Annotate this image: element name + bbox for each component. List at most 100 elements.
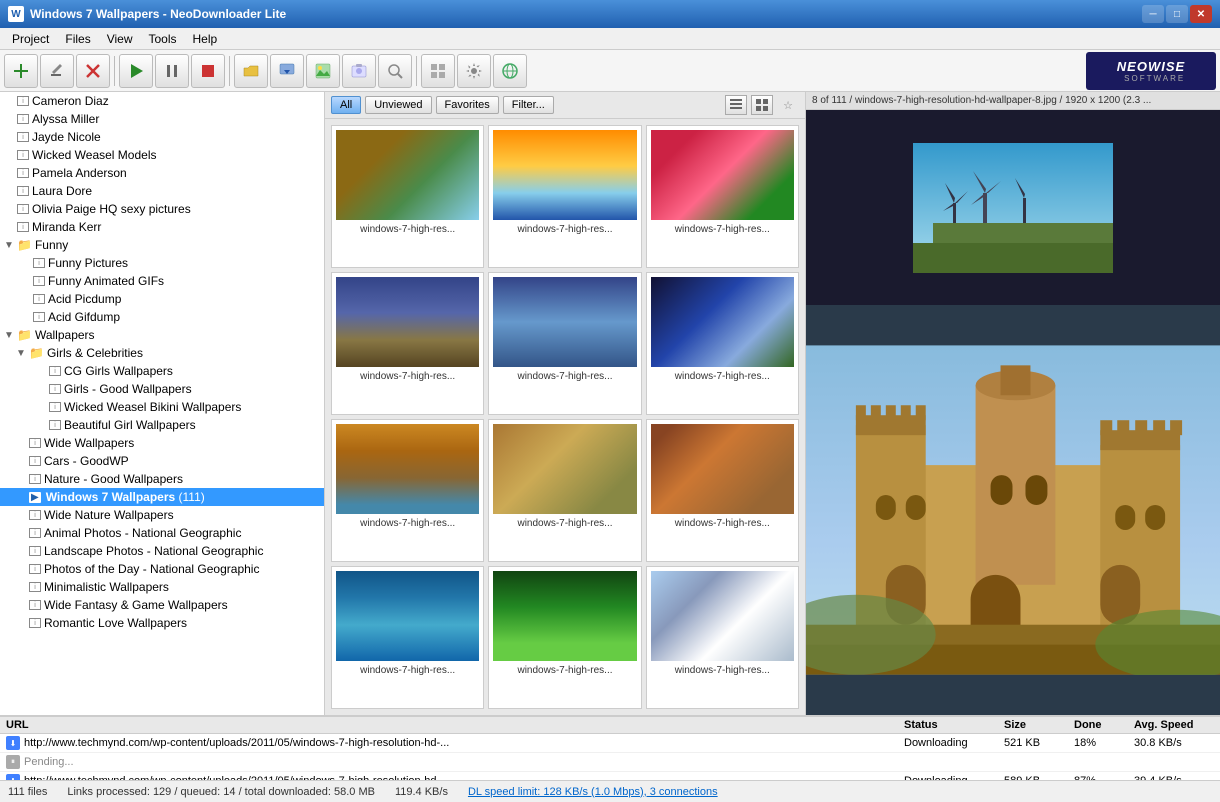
sidebar-item-beautiful-girl[interactable]: i Beautiful Girl Wallpapers: [0, 416, 324, 434]
thumbnail-label-6: windows-7-high-res...: [336, 518, 479, 529]
sidebar-item-romantic-love[interactable]: i Romantic Love Wallpapers: [0, 614, 324, 632]
sidebar-item-wallpapers[interactable]: ▼ 📁 Wallpapers: [0, 326, 324, 344]
sidebar-item-funny[interactable]: ▼ 📁 Funny: [0, 236, 324, 254]
thumbnail-label-11: windows-7-high-res...: [651, 665, 794, 676]
zoom-button[interactable]: [378, 54, 412, 88]
sidebar-item-cars-goodwp[interactable]: i Cars - GoodWP: [0, 452, 324, 470]
file-icon: i: [17, 150, 29, 160]
thumbnail-item-0[interactable]: windows-7-high-res...: [331, 125, 484, 268]
file-icon: i: [17, 222, 29, 232]
open-button[interactable]: [234, 54, 268, 88]
logo-sub: SOFTWARE: [1117, 74, 1185, 83]
main-area: i Cameron Diaz i Alyssa Miller i Jayde N…: [0, 92, 1220, 715]
thumbnail-image-2: [651, 130, 794, 220]
minimize-button[interactable]: ─: [1142, 5, 1164, 23]
thumbnail-label-4: windows-7-high-res...: [493, 371, 636, 382]
stop-button[interactable]: [191, 54, 225, 88]
dl-row-2[interactable]: ⬇ http://www.techmynd.com/wp-content/upl…: [0, 772, 1220, 780]
sidebar-item-windows7-wallpapers[interactable]: ▶ Windows 7 Wallpapers (111): [0, 488, 324, 506]
edit-button[interactable]: [40, 54, 74, 88]
thumbnail-label-2: windows-7-high-res...: [651, 224, 794, 235]
sidebar-item-pamela-anderson[interactable]: i Pamela Anderson: [0, 164, 324, 182]
view-grid-button[interactable]: [751, 95, 773, 115]
filter-custom-button[interactable]: Filter...: [503, 96, 554, 114]
image-view-button[interactable]: [306, 54, 340, 88]
start-button[interactable]: [119, 54, 153, 88]
sidebar-item-acid-picdump[interactable]: i Acid Picdump: [0, 290, 324, 308]
menu-tools[interactable]: Tools: [141, 30, 185, 48]
view-list-button[interactable]: [725, 95, 747, 115]
filter-all-button[interactable]: All: [331, 96, 361, 114]
sidebar-item-landscape-photos[interactable]: i Landscape Photos - National Geographic: [0, 542, 324, 560]
sidebar-item-girls-good[interactable]: i Girls - Good Wallpapers: [0, 380, 324, 398]
sidebar-item-photos-of-day[interactable]: i Photos of the Day - National Geographi…: [0, 560, 324, 578]
sidebar-item-funny-animated[interactable]: i Funny Animated GIFs: [0, 272, 324, 290]
download-button[interactable]: [270, 54, 304, 88]
dl-row-1[interactable]: ⏸ Pending...: [0, 753, 1220, 772]
expand-icon: [16, 510, 26, 521]
expand-icon: [4, 204, 14, 215]
layout-button[interactable]: [421, 54, 455, 88]
dl-row-0[interactable]: ⬇ http://www.techmynd.com/wp-content/upl…: [0, 734, 1220, 753]
thumbnail-item-6[interactable]: windows-7-high-res...: [331, 419, 484, 562]
sidebar-item-animal-photos[interactable]: i Animal Photos - National Geographic: [0, 524, 324, 542]
thumbnail-item-5[interactable]: windows-7-high-res...: [646, 272, 799, 415]
thumbnail-item-4[interactable]: windows-7-high-res...: [488, 272, 641, 415]
expand-icon: [36, 366, 46, 377]
expand-icon: [36, 384, 46, 395]
menu-view[interactable]: View: [99, 30, 141, 48]
menu-help[interactable]: Help: [185, 30, 226, 48]
expand-icon: [4, 114, 14, 125]
thumbnail-image-9: [336, 571, 479, 661]
expand-icon: [16, 528, 26, 539]
pause-button[interactable]: [155, 54, 189, 88]
thumbnail-item-11[interactable]: windows-7-high-res...: [646, 566, 799, 709]
thumbnail-item-1[interactable]: windows-7-high-res...: [488, 125, 641, 268]
folder-icon: 📁: [29, 346, 44, 360]
thumbnail-item-8[interactable]: windows-7-high-res...: [646, 419, 799, 562]
sidebar-item-minimalistic[interactable]: i Minimalistic Wallpapers: [0, 578, 324, 596]
maximize-button[interactable]: □: [1166, 5, 1188, 23]
delete-button[interactable]: [76, 54, 110, 88]
sidebar-item-nature-good[interactable]: i Nature - Good Wallpapers: [0, 470, 324, 488]
sidebar-item-acid-gifdump[interactable]: i Acid Gifdump: [0, 308, 324, 326]
sidebar-item-wide-nature[interactable]: i Wide Nature Wallpapers: [0, 506, 324, 524]
sidebar-item-wicked-weasel-models[interactable]: i Wicked Weasel Models: [0, 146, 324, 164]
thumbnail-item-3[interactable]: windows-7-high-res...: [331, 272, 484, 415]
settings-button[interactable]: [457, 54, 491, 88]
sidebar-item-wide-wallpapers[interactable]: i Wide Wallpapers: [0, 434, 324, 452]
close-button[interactable]: ✕: [1190, 5, 1212, 23]
menu-project[interactable]: Project: [4, 30, 57, 48]
web-button[interactable]: [493, 54, 527, 88]
sidebar-item-wide-fantasy[interactable]: i Wide Fantasy & Game Wallpapers: [0, 596, 324, 614]
photo-button[interactable]: [342, 54, 376, 88]
dl-url-0: http://www.techmynd.com/wp-content/uploa…: [24, 737, 904, 749]
sidebar-item-cg-girls[interactable]: i CG Girls Wallpapers: [0, 362, 324, 380]
add-button[interactable]: [4, 54, 38, 88]
filter-favorites-button[interactable]: Favorites: [436, 96, 499, 114]
sidebar-item-cameron-diaz[interactable]: i Cameron Diaz: [0, 92, 324, 110]
sidebar-item-jayde-nicole[interactable]: i Jayde Nicole: [0, 128, 324, 146]
thumbnail-item-10[interactable]: windows-7-high-res...: [488, 566, 641, 709]
menu-files[interactable]: Files: [57, 30, 98, 48]
toolbar: NEOWISE SOFTWARE: [0, 50, 1220, 92]
sidebar-item-laura-dore[interactable]: i Laura Dore: [0, 182, 324, 200]
favorites-star-button[interactable]: ☆: [777, 95, 799, 115]
sidebar-item-funny-pictures[interactable]: i Funny Pictures: [0, 254, 324, 272]
thumbnail-item-2[interactable]: windows-7-high-res...: [646, 125, 799, 268]
thumbnail-item-9[interactable]: windows-7-high-res...: [331, 566, 484, 709]
thumbnail-item-7[interactable]: windows-7-high-res...: [488, 419, 641, 562]
titlebar: W Windows 7 Wallpapers - NeoDownloader L…: [0, 0, 1220, 28]
thumbnail-label-5: windows-7-high-res...: [651, 371, 794, 382]
status-dl-limit[interactable]: DL speed limit: 128 KB/s (1.0 Mbps), 3 c…: [468, 786, 718, 798]
preview-panel: 8 of 111 / windows-7-high-resolution-hd-…: [805, 92, 1220, 715]
file-icon: i: [17, 186, 29, 196]
filter-unviewed-button[interactable]: Unviewed: [365, 96, 431, 114]
sidebar-item-girls-celebrities[interactable]: ▼ 📁 Girls & Celebrities: [0, 344, 324, 362]
expand-icon: [16, 438, 26, 449]
sidebar-item-olivia-paige[interactable]: i Olivia Paige HQ sexy pictures: [0, 200, 324, 218]
sidebar-item-alyssa-miller[interactable]: i Alyssa Miller: [0, 110, 324, 128]
file-icon: i: [49, 402, 61, 412]
sidebar-item-wicked-weasel-bikini[interactable]: i Wicked Weasel Bikini Wallpapers: [0, 398, 324, 416]
sidebar-item-miranda-kerr[interactable]: i Miranda Kerr: [0, 218, 324, 236]
